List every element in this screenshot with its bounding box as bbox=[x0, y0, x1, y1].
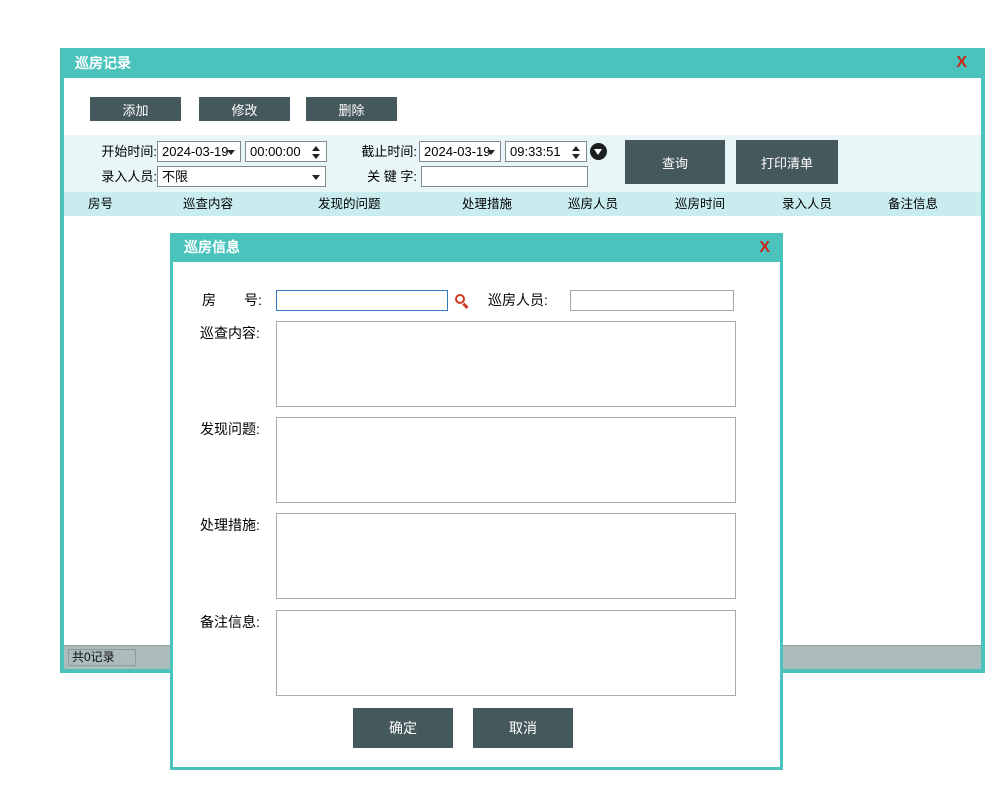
end-time-label: 截止时间: bbox=[357, 141, 417, 162]
chevron-down-icon bbox=[312, 175, 320, 180]
operator-dropdown[interactable]: 不限 bbox=[157, 166, 326, 187]
cancel-button[interactable]: 取消 bbox=[473, 708, 573, 748]
keyword-input[interactable] bbox=[421, 166, 588, 187]
patrol-info-dialog: 巡房信息 X 房 号: 巡房人员: 巡查内容: 发现问题: 处理措施: 备注信息… bbox=[170, 233, 783, 770]
dialog-title: 巡房信息 bbox=[184, 239, 240, 255]
handling-measures-textarea[interactable] bbox=[276, 513, 736, 599]
column-header-measures: 处理措施 bbox=[462, 196, 512, 212]
column-header-problems: 发现的问题 bbox=[318, 196, 381, 212]
start-date-value: 2024-03-19 bbox=[162, 144, 229, 159]
patrol-info-titlebar: 巡房信息 X bbox=[173, 233, 780, 262]
inspection-content-textarea[interactable] bbox=[276, 321, 736, 407]
filter-panel: 开始时间: 2024-03-19 00:00:00 截止时间: 2024-03-… bbox=[64, 135, 981, 192]
room-number-input[interactable] bbox=[276, 290, 448, 311]
end-time-value: 09:33:51 bbox=[510, 144, 561, 159]
record-count-badge: 共0记录 bbox=[68, 649, 136, 666]
column-header-room: 房号 bbox=[88, 196, 113, 212]
delete-button[interactable]: 删除 bbox=[306, 97, 397, 121]
start-date-combobox[interactable]: 2024-03-19 bbox=[157, 141, 241, 162]
patrol-staff-input[interactable] bbox=[570, 290, 734, 311]
column-header-patrol-staff: 巡房人员 bbox=[568, 196, 618, 212]
spinner-arrows-icon[interactable] bbox=[312, 145, 321, 160]
query-button[interactable]: 查询 bbox=[625, 140, 725, 184]
close-icon[interactable]: X bbox=[956, 48, 967, 78]
end-date-value: 2024-03-19 bbox=[424, 144, 491, 159]
chevron-down-icon bbox=[487, 150, 495, 155]
start-time-label: 开始时间: bbox=[99, 141, 157, 162]
chevron-down-icon bbox=[227, 150, 235, 155]
keyword-label: 关 键 字: bbox=[357, 166, 417, 187]
records-table-header: 房号 巡查内容 发现的问题 处理措施 巡房人员 巡房时间 录入人员 备注信息 bbox=[64, 192, 981, 216]
end-date-combobox[interactable]: 2024-03-19 bbox=[419, 141, 501, 162]
start-time-spinner[interactable]: 00:00:00 bbox=[245, 141, 327, 162]
end-time-spinner[interactable]: 09:33:51 bbox=[505, 141, 587, 162]
inspection-content-label: 巡查内容: bbox=[200, 323, 260, 344]
problems-found-label: 发现问题: bbox=[200, 419, 260, 440]
close-icon[interactable]: X bbox=[759, 233, 770, 262]
column-header-inspection: 巡查内容 bbox=[183, 196, 233, 212]
print-list-button[interactable]: 打印清单 bbox=[736, 140, 838, 184]
modify-button[interactable]: 修改 bbox=[199, 97, 290, 121]
ok-button[interactable]: 确定 bbox=[353, 708, 453, 748]
search-icon[interactable] bbox=[455, 294, 470, 309]
column-header-patrol-time: 巡房时间 bbox=[675, 196, 725, 212]
column-header-remarks: 备注信息 bbox=[888, 196, 938, 212]
problems-found-textarea[interactable] bbox=[276, 417, 736, 503]
operator-value: 不限 bbox=[162, 169, 188, 184]
window-title: 巡房记录 bbox=[75, 55, 131, 71]
room-number-label: 房 号: bbox=[202, 290, 262, 311]
start-time-value: 00:00:00 bbox=[250, 144, 301, 159]
handling-measures-label: 处理措施: bbox=[200, 515, 260, 536]
spinner-arrows-icon[interactable] bbox=[572, 145, 581, 160]
column-header-operator: 录入人员 bbox=[782, 196, 832, 212]
collapse-filter-icon[interactable] bbox=[590, 143, 607, 160]
remarks-label: 备注信息: bbox=[200, 612, 260, 633]
patrol-staff-label: 巡房人员: bbox=[488, 290, 548, 311]
patrol-records-titlebar: 巡房记录 X bbox=[64, 48, 981, 78]
remarks-textarea[interactable] bbox=[276, 610, 736, 696]
add-button[interactable]: 添加 bbox=[90, 97, 181, 121]
operator-label: 录入人员: bbox=[99, 166, 157, 187]
